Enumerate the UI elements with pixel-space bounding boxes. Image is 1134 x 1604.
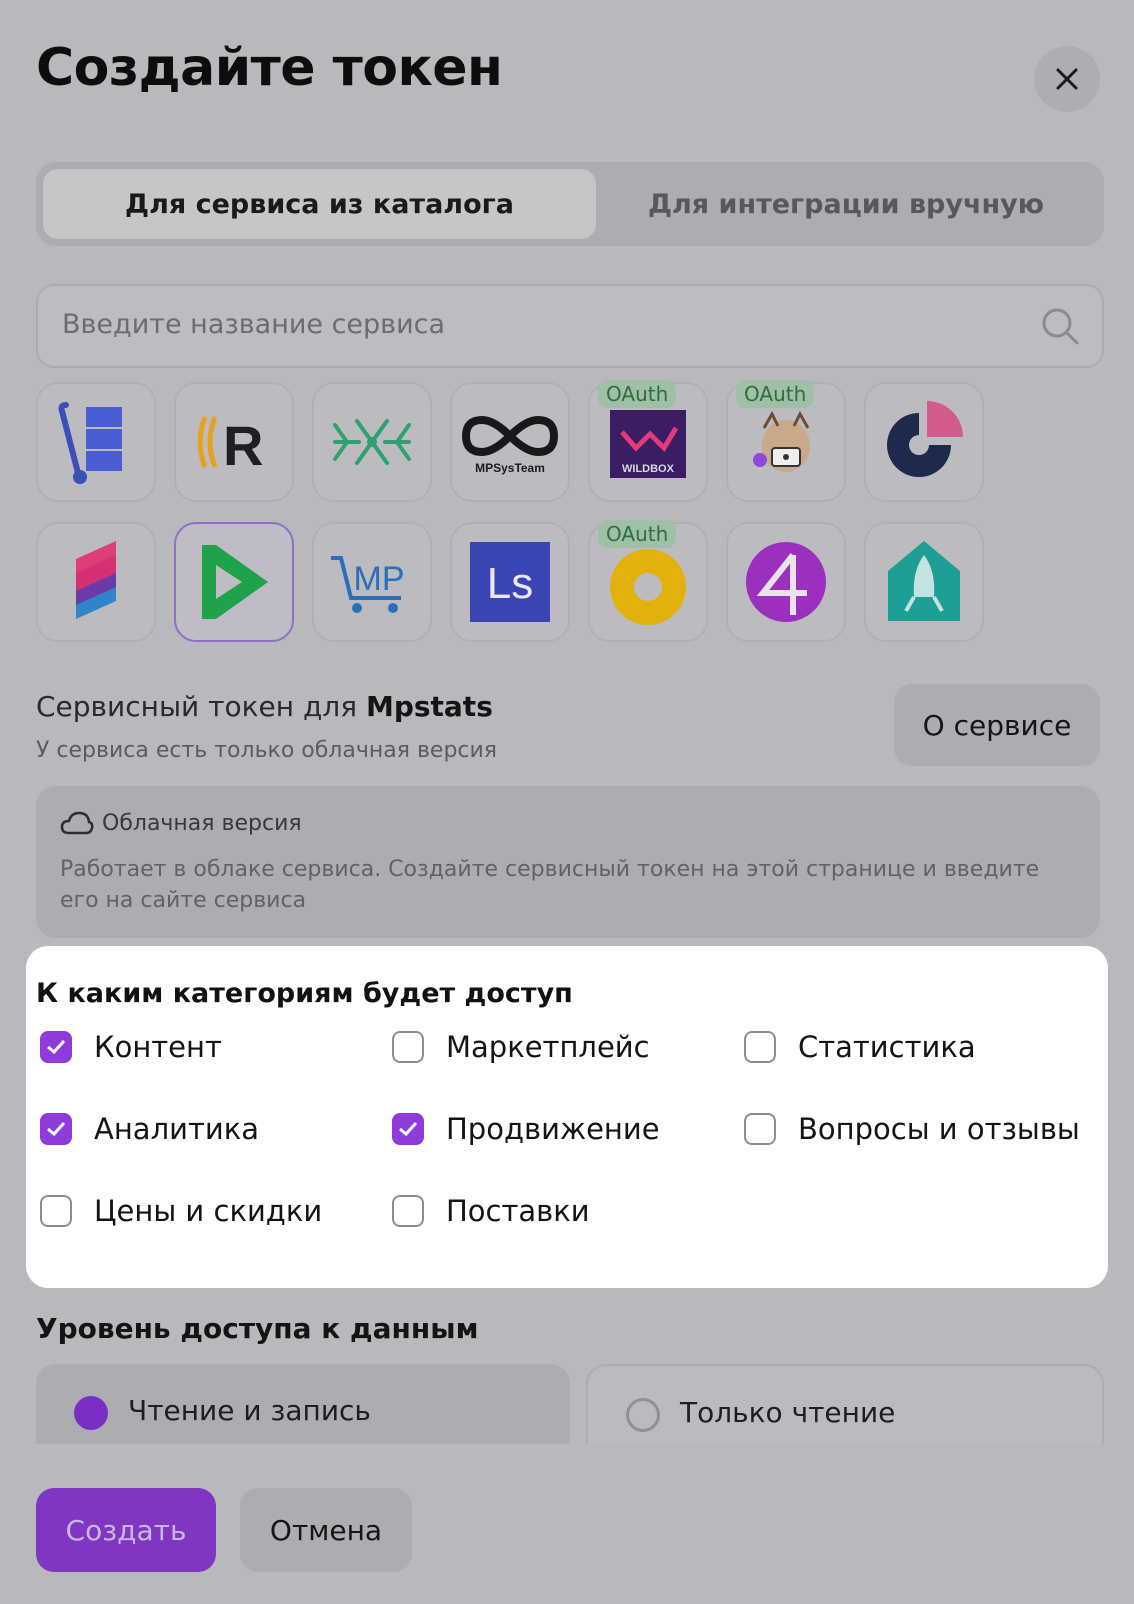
service-tile-hand-truck[interactable] <box>36 382 156 502</box>
service-tile-pie[interactable] <box>864 382 984 502</box>
service-token-title: Сервисный токен для Mpstats <box>36 690 493 723</box>
search-placeholder: Введите название сервиса <box>62 309 446 340</box>
category-checkbox[interactable] <box>744 1031 776 1063</box>
service-tile-ls[interactable]: Ls <box>450 522 570 642</box>
radio-selected-icon <box>74 1396 108 1430</box>
category-label: Контент <box>94 1030 222 1064</box>
svg-text:WILDBOX: WILDBOX <box>622 463 675 475</box>
categories-title: К каким категориям будет доступ <box>36 978 573 1009</box>
mpsysteam-logo-icon: MPSysTeam <box>462 415 558 475</box>
checkmark-icon <box>399 1121 418 1137</box>
category-checkbox[interactable] <box>40 1195 72 1227</box>
access-level-options: Чтение и запись Только чтение <box>36 1364 1104 1444</box>
service-subtitle: У сервиса есть только облачная версия <box>36 738 498 763</box>
r-wave-logo-icon: R <box>197 414 263 477</box>
service-tile-wildbox[interactable]: WILDBOX OAuth <box>588 380 708 502</box>
service-tile-mpsysteam[interactable]: MPSysTeam <box>450 382 570 502</box>
service-tile-four[interactable] <box>726 522 846 642</box>
category-questions-reviews[interactable]: Вопросы и отзывы <box>744 1112 1080 1146</box>
category-marketplace[interactable]: Маркетплейс <box>392 1030 650 1064</box>
cloud-icon <box>60 811 94 835</box>
mp-cart-logo-icon: MP <box>331 556 405 613</box>
cloud-version-title: Облачная версия <box>102 810 302 836</box>
about-service-button[interactable]: О сервисе <box>894 684 1100 766</box>
search-icon <box>1042 308 1079 345</box>
service-token-prefix: Сервисный токен для <box>36 690 358 723</box>
svg-text:Ls: Ls <box>487 559 533 608</box>
category-label: Продвижение <box>446 1112 660 1146</box>
oauth-badge: OAuth <box>598 380 677 408</box>
category-label: Статистика <box>798 1030 976 1064</box>
tab-manual-integration[interactable]: Для интеграции вручную <box>596 169 1096 239</box>
access-option-label: Чтение и запись <box>128 1394 371 1427</box>
service-tile-mpstats[interactable] <box>174 522 294 642</box>
category-statistics[interactable]: Статистика <box>744 1030 976 1064</box>
category-label: Цены и скидки <box>94 1194 323 1228</box>
close-button[interactable] <box>1034 46 1100 112</box>
service-tile-mp-cart[interactable]: MP <box>312 522 432 642</box>
service-search-input[interactable]: Введите название сервиса <box>36 284 1104 368</box>
service-tile-rocket[interactable] <box>864 522 984 642</box>
layered-parallelograms-logo-icon <box>76 541 116 619</box>
svg-text:R: R <box>223 414 263 477</box>
access-read-write-option[interactable]: Чтение и запись <box>36 1364 570 1444</box>
cloud-version-header: Облачная версия <box>60 810 302 836</box>
category-checkbox[interactable] <box>40 1113 72 1145</box>
pie-segment-logo-icon <box>887 401 963 477</box>
category-analytics[interactable]: Аналитика <box>40 1112 259 1146</box>
service-tile-yellow-ring[interactable]: OAuth <box>588 520 708 642</box>
cloud-version-description: Работает в облаке сервиса. Создайте серв… <box>60 857 1040 913</box>
radio-unselected-icon <box>626 1398 660 1432</box>
checkmark-icon <box>47 1039 66 1055</box>
category-label: Вопросы и отзывы <box>798 1112 1080 1146</box>
close-icon <box>1056 68 1078 90</box>
category-content[interactable]: Контент <box>40 1030 222 1064</box>
category-checkbox[interactable] <box>392 1195 424 1227</box>
modal-title: Создайте токен <box>36 38 503 98</box>
service-tile-parallelograms[interactable] <box>36 522 156 642</box>
service-tile-mascot[interactable]: OAuth <box>726 380 846 502</box>
access-categories-card: К каким категориям будет доступ Контент … <box>26 946 1108 1288</box>
ls-logo-icon: Ls <box>470 542 550 622</box>
green-network-arrows-logo-icon <box>333 419 411 465</box>
category-label: Поставки <box>446 1194 590 1228</box>
service-name: Mpstats <box>365 690 493 723</box>
teal-rocket-house-logo-icon <box>888 541 960 621</box>
seller-mascot-logo-icon <box>753 410 810 472</box>
oauth-badge: OAuth <box>598 520 677 548</box>
service-tile-r[interactable]: R <box>174 382 294 502</box>
service-tile-network[interactable] <box>312 382 432 502</box>
svg-text:MPSysTeam: MPSysTeam <box>475 461 545 475</box>
category-checkbox[interactable] <box>392 1113 424 1145</box>
category-checkbox[interactable] <box>744 1113 776 1145</box>
category-checkbox[interactable] <box>392 1031 424 1063</box>
wildbox-logo-icon: WILDBOX <box>610 410 686 478</box>
category-prices-discounts[interactable]: Цены и скидки <box>40 1194 322 1228</box>
category-checkbox[interactable] <box>40 1031 72 1063</box>
purple-four-logo-icon <box>746 542 826 622</box>
category-supplies[interactable]: Поставки <box>392 1194 590 1228</box>
yellow-ring-logo-icon <box>610 549 686 625</box>
tab-catalog-service[interactable]: Для сервиса из каталога <box>43 169 596 239</box>
oauth-badge: OAuth <box>736 380 815 408</box>
category-label: Аналитика <box>94 1112 259 1146</box>
token-type-tabs: Для сервиса из каталога Для интеграции в… <box>36 162 1104 246</box>
access-option-label: Только чтение <box>680 1396 896 1429</box>
checkmark-icon <box>47 1121 66 1137</box>
access-read-only-option[interactable]: Только чтение <box>586 1364 1104 1444</box>
cloud-version-info: Облачная версия Работает в облаке сервис… <box>36 786 1100 938</box>
green-play-arrow-logo-icon <box>202 545 268 619</box>
create-button[interactable]: Создать <box>36 1488 216 1572</box>
hand-truck-boxes-logo-icon <box>58 402 122 484</box>
svg-text:MP: MP <box>354 560 405 598</box>
category-promotion[interactable]: Продвижение <box>392 1112 660 1146</box>
cancel-button[interactable]: Отмена <box>240 1488 412 1572</box>
access-level-title: Уровень доступа к данным <box>36 1312 479 1345</box>
create-token-modal: Создайте токен Для сервиса из каталога Д… <box>0 0 1134 1604</box>
category-label: Маркетплейс <box>446 1030 650 1064</box>
